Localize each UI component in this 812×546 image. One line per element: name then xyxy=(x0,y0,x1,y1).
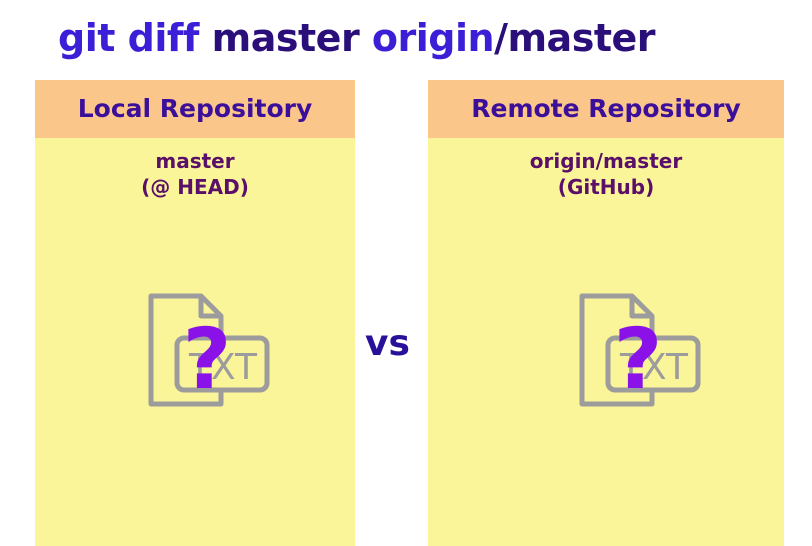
local-branch-ref: (@ HEAD) xyxy=(141,175,249,199)
remote-repository-panel: Remote Repository origin/master (GitHub)… xyxy=(428,80,784,546)
vs-label: vs xyxy=(365,323,410,364)
local-repository-header: Local Repository xyxy=(35,80,355,138)
title-part-origin: origin xyxy=(371,16,495,60)
title-part-git-diff: git diff xyxy=(58,16,212,60)
remote-branch-ref: (GitHub) xyxy=(557,175,655,199)
title-part-slash-master: /master xyxy=(494,16,655,60)
remote-branch-label: origin/master (GitHub) xyxy=(428,148,784,200)
local-branch-name: master xyxy=(155,149,235,173)
txt-file-unknown-icon: TXT ? xyxy=(148,293,270,408)
local-branch-label: master (@ HEAD) xyxy=(35,148,355,200)
txt-file-unknown-icon: TXT ? xyxy=(579,293,701,408)
page-title: git diff master origin/master xyxy=(58,12,655,64)
local-repository-panel: Local Repository master (@ HEAD) TXT ? xyxy=(35,80,355,546)
question-mark: ? xyxy=(614,310,663,408)
remote-repository-header: Remote Repository xyxy=(428,80,784,138)
title-part-master: master xyxy=(211,16,372,60)
question-mark: ? xyxy=(183,310,232,408)
remote-branch-name: origin/master xyxy=(529,149,683,173)
